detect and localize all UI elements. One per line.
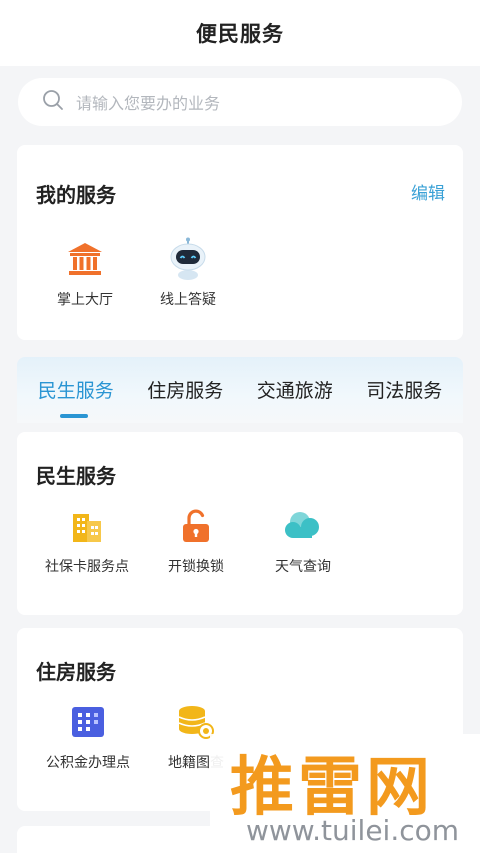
service-item-label: 社保卡服务点 [45,559,129,575]
search-icon [42,89,64,115]
top-bar: 便民服务 [0,0,480,66]
search-bar[interactable]: 请输入您要办的业务 [18,78,462,126]
service-item-housing-fund[interactable]: 公积金办理点 [28,700,148,772]
service-item-label: 线上答疑 [160,292,216,308]
apartment-building-icon [66,700,110,744]
service-item-locksmith[interactable]: 开锁换锁 [136,504,256,576]
search-input[interactable]: 请输入您要办的业务 [76,90,220,114]
unlocked-padlock-icon [174,504,218,548]
tab-housing[interactable]: 住房服务 [147,376,223,405]
service-item-label: 开锁换锁 [168,559,224,575]
service-item-weather[interactable]: 天气查询 [243,504,363,576]
service-item-online-qa[interactable]: 线上答疑 [128,237,248,309]
tab-judicial[interactable]: 司法服务 [366,376,442,405]
tab-transport-travel[interactable]: 交通旅游 [257,376,333,405]
service-item-label: 掌上大厅 [57,292,113,308]
service-item-online-hall[interactable]: 掌上大厅 [25,237,145,309]
edit-button[interactable]: 编辑 [411,179,445,204]
page-title: 便民服务 [196,22,284,46]
livelihood-services-card: 民生服务 社保卡服务点 开锁换锁 天气查询 [17,432,463,615]
service-item-social-security[interactable]: 社保卡服务点 [27,504,147,576]
service-item-label: 公积金办理点 [46,755,130,771]
robot-assistant-icon [166,237,210,281]
service-item-label: 天气查询 [275,559,331,575]
cloud-icon [281,504,325,548]
watermark-url: www.tuilei.com [246,814,460,847]
watermark: 推雷网 www.tuilei.com [210,734,480,853]
tab-livelihood[interactable]: 民生服务 [38,376,114,405]
my-services-card: 我的服务 编辑 掌上大厅 线上答疑 [17,145,463,340]
government-building-icon [63,237,107,281]
office-building-icon [65,504,109,548]
housing-section-title: 住房服务 [36,660,116,684]
livelihood-section-title: 民生服务 [36,464,116,488]
active-tab-indicator [60,414,88,418]
my-services-title: 我的服务 [36,183,116,207]
